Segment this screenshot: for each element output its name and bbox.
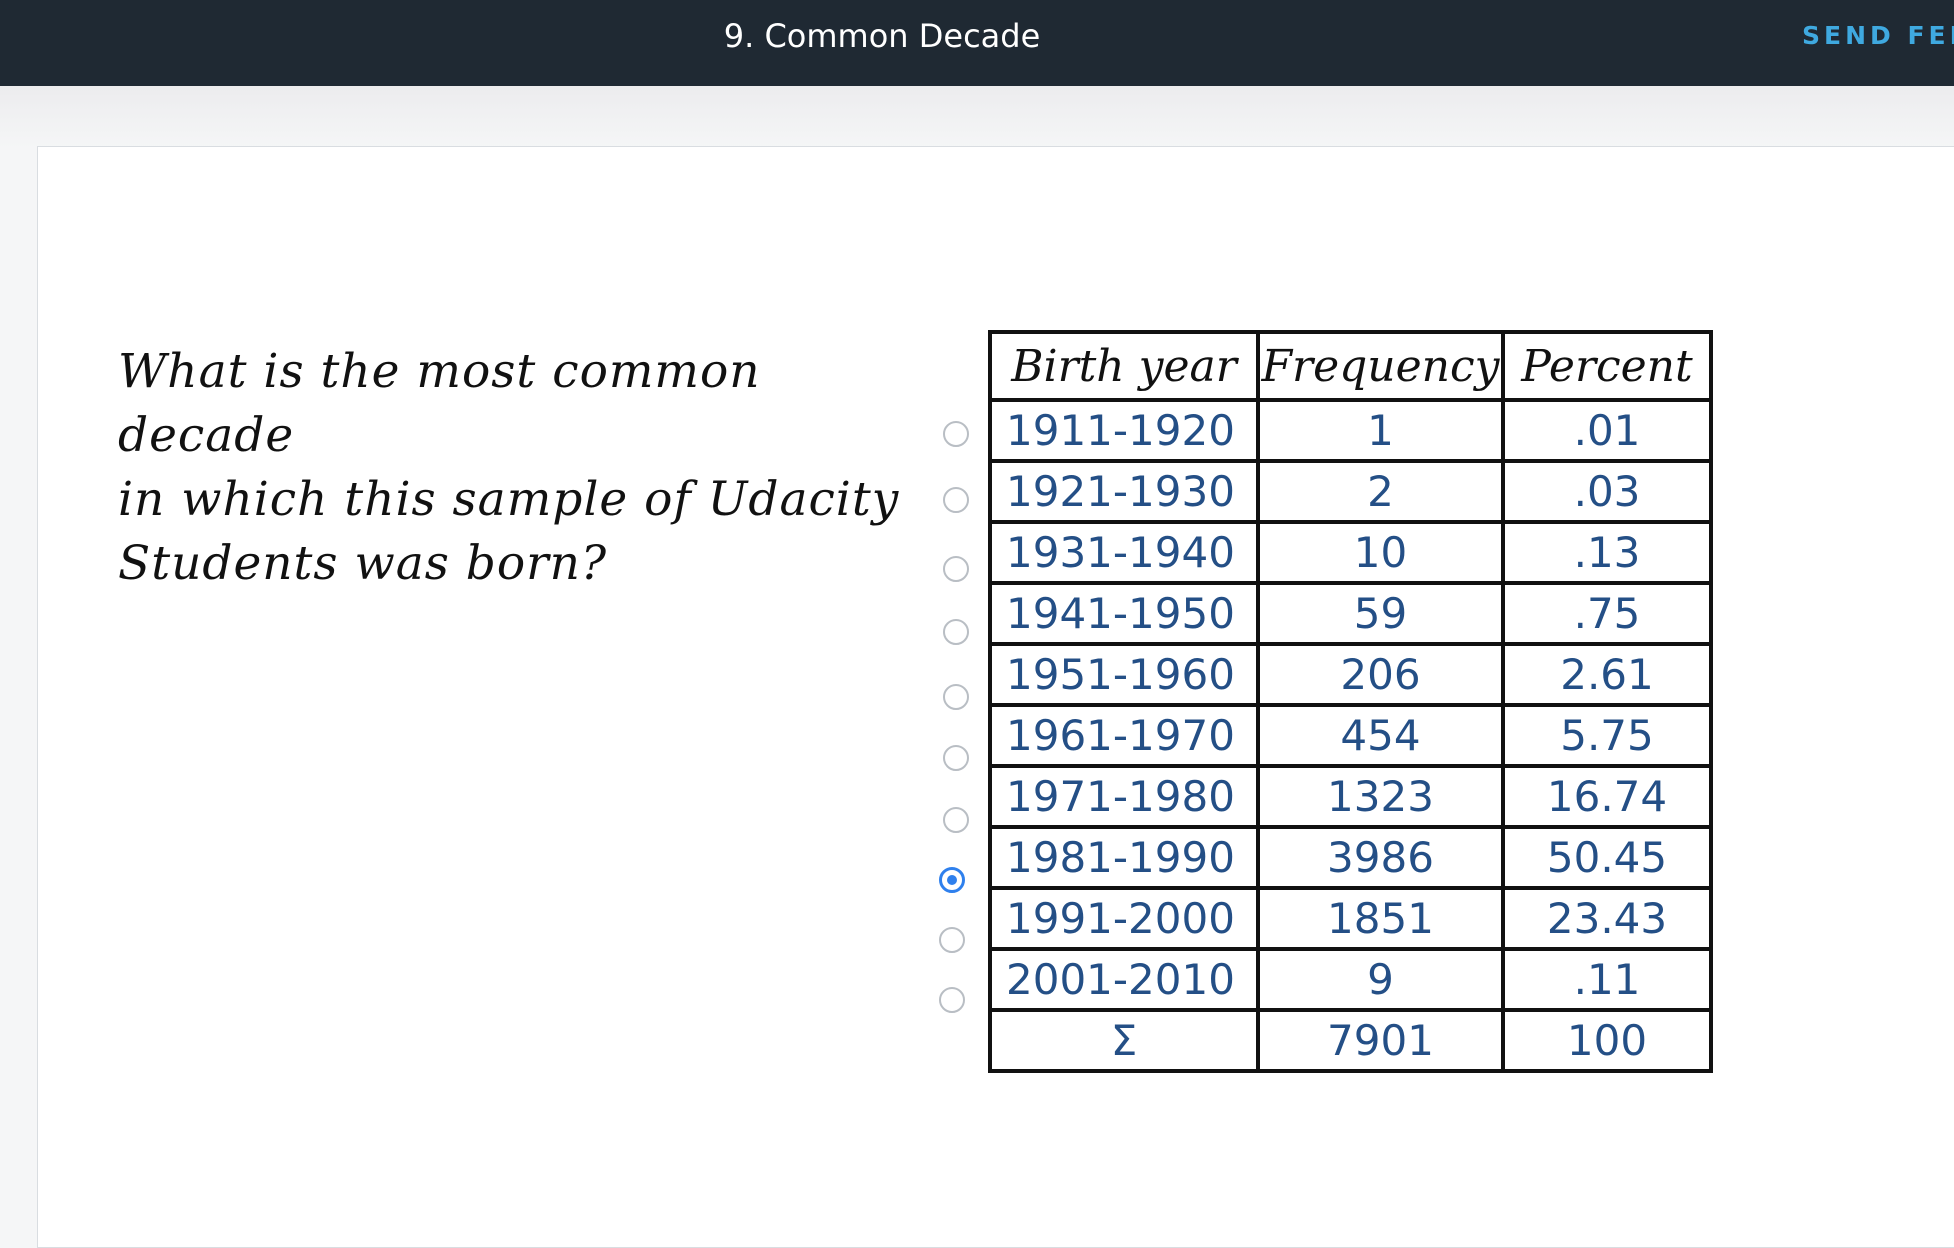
cell-birth-year: 1991-2000 [988,886,1260,951]
header-shadow [0,86,1954,148]
answer-radio-2[interactable] [943,487,969,513]
table-row: 1941-1950 59.75 [988,581,1713,646]
cell-frequency: 1323 [1256,764,1505,829]
cell-birth-year: 1961-1970 [988,703,1260,768]
answer-radio-9[interactable] [939,927,965,953]
cell-percent: 50.45 [1501,825,1713,890]
cell-frequency: 1 [1256,398,1505,463]
cell-percent: 2.61 [1501,642,1713,707]
cell-frequency: 9 [1256,947,1505,1012]
cell-birth-year: 1941-1950 [988,581,1260,646]
table-row: 1931-1940 10.13 [988,520,1713,585]
cell-birth-year: 1971-1980 [988,764,1260,829]
table-row: 1991-2000 1851 23.43 [988,886,1713,951]
cell-frequency: 206 [1256,642,1505,707]
cell-percent: 5.75 [1501,703,1713,768]
lesson-title: 9. Common Decade [723,17,1041,55]
header-frequency: Frequency [1256,330,1505,402]
answer-radio-10[interactable] [939,987,965,1013]
table-row: 1971-1980 1323 16.74 [988,764,1713,829]
table-total-row: Σ 7901 100 [988,1008,1713,1073]
table-row: 2001-2010 9.11 [988,947,1713,1012]
answer-radio-7[interactable] [943,807,969,833]
answer-radio-8[interactable] [939,867,965,893]
cell-frequency: 59 [1256,581,1505,646]
header-percent: Percent [1501,330,1713,402]
total-percent: 100 [1501,1008,1713,1073]
cell-percent: .13 [1501,520,1713,585]
cell-frequency: 10 [1256,520,1505,585]
total-sigma: Σ [988,1008,1260,1073]
question-text: What is the most common decade in which … [118,344,900,591]
answer-radio-4[interactable] [943,619,969,645]
cell-birth-year: 1951-1960 [988,642,1260,707]
cell-birth-year: 1921-1930 [988,459,1260,524]
cell-birth-year: 1931-1940 [988,520,1260,585]
top-bar: 9. Common Decade SEND FEED [0,0,1954,86]
answer-radio-3[interactable] [943,556,969,582]
cell-percent: .75 [1501,581,1713,646]
answer-radio-5[interactable] [943,684,969,710]
cell-percent: .01 [1501,398,1713,463]
cell-frequency: 3986 [1256,825,1505,890]
frequency-table: Birth year Frequency Percent 1911-1920 1.… [988,330,1713,1073]
cell-percent: 23.43 [1501,886,1713,951]
table-row: 1921-1930 2.03 [988,459,1713,524]
cell-frequency: 2 [1256,459,1505,524]
cell-percent: .11 [1501,947,1713,1012]
table-row: 1981-1990 3986 50.45 [988,825,1713,890]
cell-birth-year: 1981-1990 [988,825,1260,890]
table-row: 1951-1960 206 2.61 [988,642,1713,707]
header-birth-year: Birth year [988,330,1260,402]
table-row: 1961-1970 454 5.75 [988,703,1713,768]
cell-percent: .03 [1501,459,1713,524]
cell-birth-year: 1911-1920 [988,398,1260,463]
cell-frequency: 1851 [1256,886,1505,951]
send-feedback-button[interactable]: SEND FEED [1802,0,1954,72]
radio-selected-dot [947,875,957,885]
cell-percent: 16.74 [1501,764,1713,829]
table-row: 1911-1920 1.01 [988,398,1713,463]
table-body: 1911-1920 1.01 1921-1930 2.03 1931-1940 10.13… [988,398,1713,1012]
answer-radio-1[interactable] [943,421,969,447]
total-frequency: 7901 [1256,1008,1505,1073]
answer-radio-6[interactable] [943,745,969,771]
cell-frequency: 454 [1256,703,1505,768]
table-header-row: Birth year Frequency Percent [988,330,1713,402]
cell-birth-year: 2001-2010 [988,947,1260,1012]
